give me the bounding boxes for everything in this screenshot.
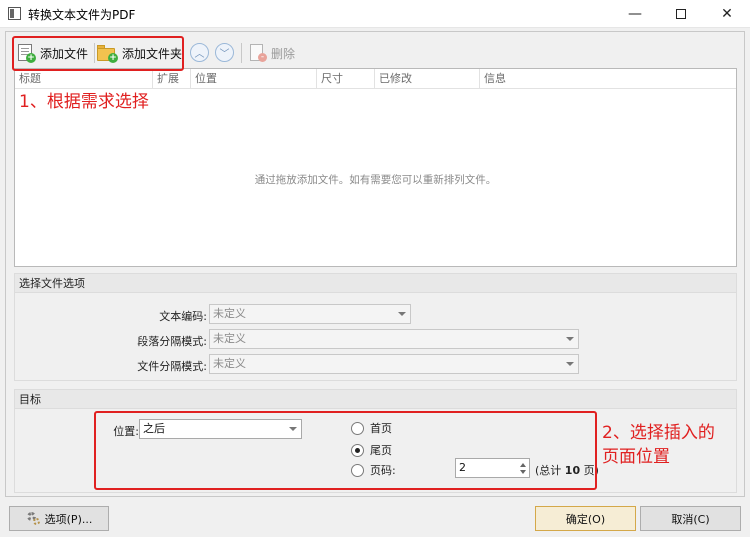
annotation-step2-line2: 页面位置 — [602, 447, 670, 467]
file-options-group: 文本编码: 未定义 段落分隔模式: 未定义 文件分隔模式: 未定义 — [14, 293, 737, 381]
paragraph-sep-select[interactable]: 未定义 — [209, 329, 579, 349]
list-empty-message: 通过拖放添加文件。如有需要您可以重新排列文件。 — [254, 174, 497, 186]
text-encoding-select[interactable]: 未定义 — [209, 304, 411, 324]
file-sep-label: 文件分隔模式: — [137, 360, 207, 373]
annotation-step2-line1: 2、选择插入的 — [602, 423, 715, 443]
cancel-button[interactable]: 取消(C) — [640, 506, 741, 531]
delete-label: 删除 — [271, 46, 296, 61]
window-title: 转换文本文件为PDF — [28, 8, 136, 22]
move-down-icon: ﹀ — [219, 49, 230, 60]
file-options-title: 选择文件选项 — [14, 273, 737, 293]
close-button[interactable]: ✕ — [704, 0, 750, 28]
paragraph-sep-label: 段落分隔模式: — [137, 335, 207, 348]
cancel-label: 取消(C) — [671, 512, 710, 526]
close-icon: ✕ — [721, 6, 733, 22]
maximize-icon — [676, 9, 686, 19]
minimize-icon: — — [628, 6, 642, 22]
column-title[interactable]: 标题 — [15, 69, 153, 89]
list-header: 标题 扩展 位置 尺寸 已修改 信息 — [15, 69, 736, 89]
app-icon — [8, 7, 21, 20]
paragraph-sep-value: 未定义 — [213, 332, 246, 345]
ok-button[interactable]: 确定(O) — [535, 506, 636, 531]
move-up-icon: ︿ — [194, 49, 205, 60]
annotation-box-toolbar — [12, 36, 184, 71]
options-label: 选项(P)... — [44, 512, 93, 526]
toolbar-separator — [241, 43, 242, 63]
target-title: 目标 — [14, 389, 737, 409]
ok-label: 确定(O) — [565, 512, 606, 526]
chevron-down-icon — [398, 312, 406, 316]
annotation-box-target — [94, 411, 597, 490]
title-bar: 转换文本文件为PDF — ✕ — [0, 0, 750, 28]
options-button[interactable]: 选项(P)... — [9, 506, 109, 531]
move-up-button[interactable]: ︿ — [190, 43, 209, 62]
move-down-button[interactable]: ﹀ — [215, 43, 234, 62]
text-encoding-label: 文本编码: — [159, 310, 207, 323]
chevron-down-icon — [566, 337, 574, 341]
column-size[interactable]: 尺寸 — [317, 69, 375, 89]
column-modified[interactable]: 已修改 — [375, 69, 480, 89]
file-sep-value: 未定义 — [213, 357, 246, 370]
annotation-step1: 1、根据需求选择 — [19, 92, 149, 112]
chevron-down-icon — [566, 362, 574, 366]
gear-icon — [26, 511, 41, 526]
column-extension[interactable]: 扩展 — [153, 69, 191, 89]
column-location[interactable]: 位置 — [191, 69, 317, 89]
delete-button[interactable]: - 删除 — [248, 39, 308, 67]
text-encoding-value: 未定义 — [213, 307, 246, 320]
column-info[interactable]: 信息 — [480, 69, 736, 89]
file-sep-select[interactable]: 未定义 — [209, 354, 579, 374]
delete-icon: - — [248, 43, 268, 63]
maximize-button[interactable] — [658, 0, 704, 28]
minimize-button[interactable]: — — [612, 0, 658, 28]
